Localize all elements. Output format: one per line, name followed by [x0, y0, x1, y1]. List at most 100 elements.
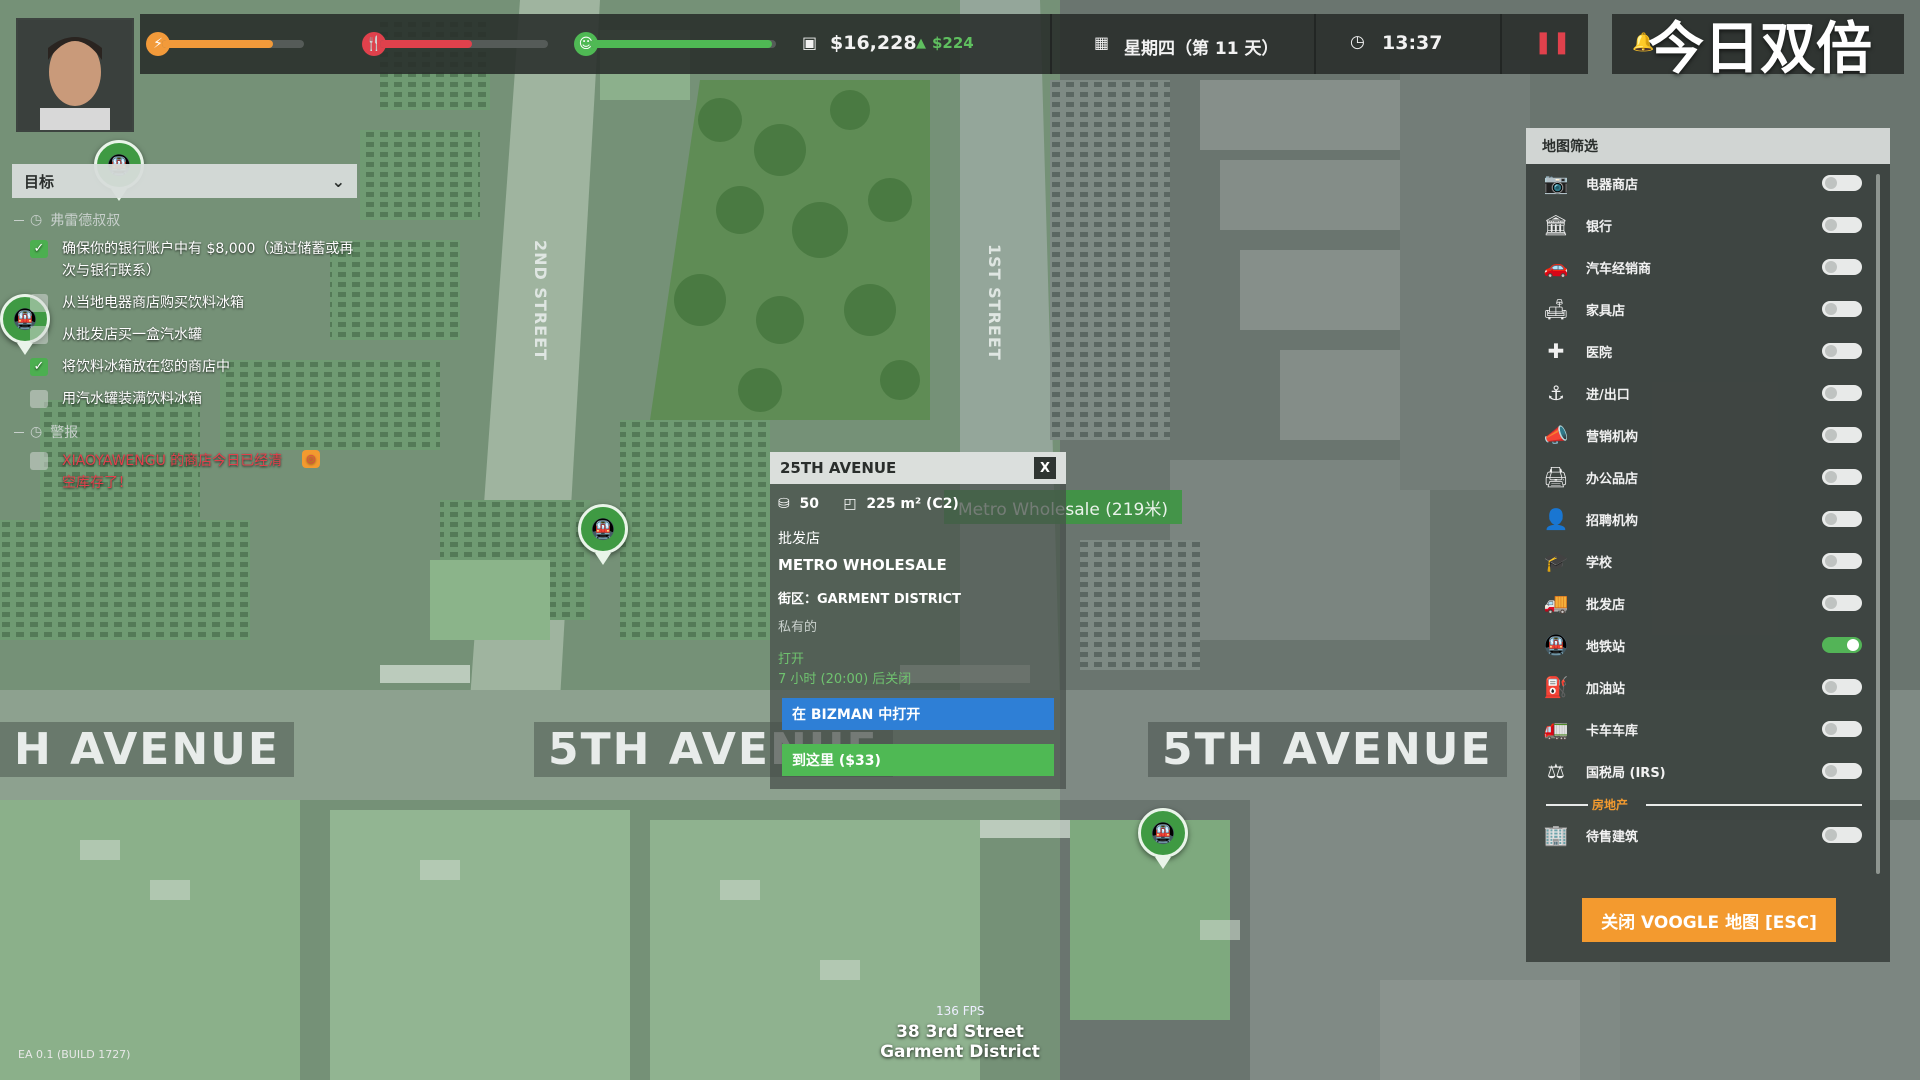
filter-toggle[interactable]	[1822, 827, 1862, 843]
filter-row[interactable]: 🚇 地铁站	[1526, 630, 1866, 660]
filter-label: 国税局 (IRS)	[1586, 765, 1666, 781]
filter-toggle[interactable]	[1822, 595, 1862, 611]
filter-row[interactable]: ⚓ 进/出口	[1526, 378, 1866, 408]
close-button[interactable]: X	[1034, 457, 1056, 479]
gas-station-icon: ⛽	[1543, 675, 1569, 699]
goal-checkbox	[30, 326, 48, 344]
goal-item: 用汽水罐装满饮料冰箱	[30, 388, 357, 410]
school-icon: 🎓	[1543, 549, 1569, 573]
filter-label: 汽车经销商	[1586, 261, 1652, 277]
calendar-icon: ▦	[1094, 33, 1110, 52]
subway-pin[interactable]: 🚇	[578, 504, 628, 565]
goal-checkbox	[30, 390, 48, 408]
subway-icon: 🚇	[1150, 821, 1176, 845]
filter-label: 医院	[1586, 345, 1613, 361]
filter-toggle[interactable]	[1822, 217, 1862, 233]
goal-item: 从批发店买一盒汽水罐	[30, 324, 357, 346]
filter-toggle[interactable]	[1822, 427, 1862, 443]
goals-panel: 目标 ⌄ ◷ 弗雷德叔叔 ✓ 确保你的银行账户中有 $8,000（通过储蓄或再次与…	[12, 164, 357, 504]
hunger-fill	[380, 40, 473, 48]
filter-toggle[interactable]	[1822, 385, 1862, 401]
filter-toggle[interactable]	[1822, 259, 1862, 275]
filter-toggle[interactable]	[1822, 679, 1862, 695]
address-district: Garment District	[880, 1042, 1040, 1062]
filter-label: 进/出口	[1586, 387, 1630, 403]
goal-checkbox: ✓	[30, 358, 48, 376]
filter-row[interactable]: ✚ 医院	[1526, 336, 1866, 366]
filter-toggle[interactable]	[1822, 301, 1862, 317]
filter-toggle[interactable]	[1822, 721, 1862, 737]
collapse-chevron-icon[interactable]: ⌄	[332, 172, 345, 191]
building-popup: 25TH AVENUE X ⛁ 50 ◰ 225 m² (C2) 批发店 MET…	[770, 452, 1066, 789]
filter-toggle[interactable]	[1822, 763, 1862, 779]
popup-stats: ⛁ 50 ◰ 225 m² (C2)	[778, 496, 959, 512]
office-supply-icon: 🖨	[1543, 465, 1569, 489]
appliance-store-icon: 📷	[1543, 171, 1569, 195]
filter-row[interactable]: 🚛 卡车车库	[1526, 714, 1866, 744]
hud-divider	[1500, 14, 1502, 74]
street-label-2nd: 2ND STREET	[531, 240, 550, 361]
energy-bar	[162, 40, 304, 48]
fps-counter: 136 FPS	[936, 1004, 985, 1018]
money-value: $16,228	[830, 32, 917, 54]
filter-row[interactable]: 🛋 家具店	[1526, 294, 1866, 324]
irs-icon: ⚖	[1547, 759, 1565, 783]
goal-checkbox: ✓	[30, 240, 48, 258]
filter-label: 学校	[1586, 555, 1613, 571]
filter-toggle[interactable]	[1822, 175, 1862, 191]
map-filter-panel: 地图筛选 📷 电器商店 🏛 银行 🚗 汽车经销商 🛋 家具店 ✚ 医院 ⚓ 进/出口 📣 营销机构 🖨 办公品…	[1526, 128, 1890, 962]
filter-toggle[interactable]	[1822, 343, 1862, 359]
address-street: 38 3rd Street	[896, 1022, 1024, 1042]
filter-label: 待售建筑	[1586, 829, 1639, 845]
filter-toggle[interactable]	[1822, 553, 1862, 569]
filter-label: 卡车车库	[1586, 723, 1639, 739]
filter-title: 地图筛选	[1526, 128, 1890, 164]
truck-garage-icon: 🚛	[1543, 717, 1569, 741]
money-change: $224	[932, 34, 974, 52]
goal-checkbox	[30, 452, 48, 470]
goal-section-title: 警报	[50, 425, 79, 441]
filter-label: 电器商店	[1586, 177, 1639, 193]
pause-button[interactable]: ❚❚	[1534, 30, 1571, 55]
subway-icon: 🚇	[1543, 633, 1569, 657]
building-status: 打开	[778, 652, 805, 667]
street-label-1st: 1ST STREET	[985, 244, 1004, 361]
open-in-bizman-button[interactable]: 在 BIZMAN 中打开	[782, 698, 1054, 730]
money-icon: ▣	[802, 33, 818, 52]
goals-header[interactable]: 目标 ⌄	[12, 164, 357, 198]
filter-row[interactable]: 🏛 银行	[1526, 210, 1866, 240]
filter-row[interactable]: 👤 招聘机构	[1526, 504, 1866, 534]
goal-section: ◷ 警报	[14, 422, 357, 442]
close-map-button[interactable]: 关闭 VOOGLE 地图 [ESC]	[1582, 898, 1836, 942]
filter-scrollbar[interactable]	[1876, 174, 1880, 874]
avenue-label-right: 5TH AVENUE	[1148, 722, 1507, 777]
alert-location-icon[interactable]: ◎	[302, 450, 320, 468]
energy-fill	[162, 40, 273, 48]
section-divider	[1646, 804, 1862, 806]
building-district: 街区：GARMENT DISTRICT	[778, 592, 961, 607]
filter-row[interactable]: 📣 营销机构	[1526, 420, 1866, 450]
subway-pin[interactable]: 🚇	[1138, 808, 1188, 869]
filter-row[interactable]: 🚚 批发店	[1526, 588, 1866, 618]
filter-label: 办公品店	[1586, 471, 1639, 487]
capacity-icon: ⛁	[778, 496, 790, 512]
player-avatar[interactable]	[16, 18, 134, 132]
go-here-button[interactable]: 到这里 ($33)	[782, 744, 1054, 776]
filter-row[interactable]: 🚗 汽车经销商	[1526, 252, 1866, 282]
filter-toggle[interactable]	[1822, 469, 1862, 485]
happiness-fill	[590, 40, 773, 48]
filter-toggle[interactable]	[1822, 637, 1862, 653]
filter-row[interactable]: ⛽ 加油站	[1526, 672, 1866, 702]
goal-item: ✓ 确保你的银行账户中有 $8,000（通过储蓄或再次与银行联系）	[30, 238, 357, 282]
filter-label: 地铁站	[1586, 639, 1626, 655]
filter-row[interactable]: 🏢 待售建筑	[1526, 820, 1866, 850]
goal-section: ◷ 弗雷德叔叔	[14, 210, 357, 230]
filter-row[interactable]: 📷 电器商店	[1526, 168, 1866, 198]
filter-row[interactable]: 🎓 学校	[1526, 546, 1866, 576]
goal-text: 从批发店买一盒汽水罐	[62, 327, 202, 343]
section-divider	[1546, 804, 1588, 806]
filter-toggle[interactable]	[1822, 511, 1862, 527]
filter-row[interactable]: ⚖ 国税局 (IRS)	[1526, 756, 1866, 786]
subway-icon: 🚇	[590, 517, 616, 541]
filter-row[interactable]: 🖨 办公品店	[1526, 462, 1866, 492]
